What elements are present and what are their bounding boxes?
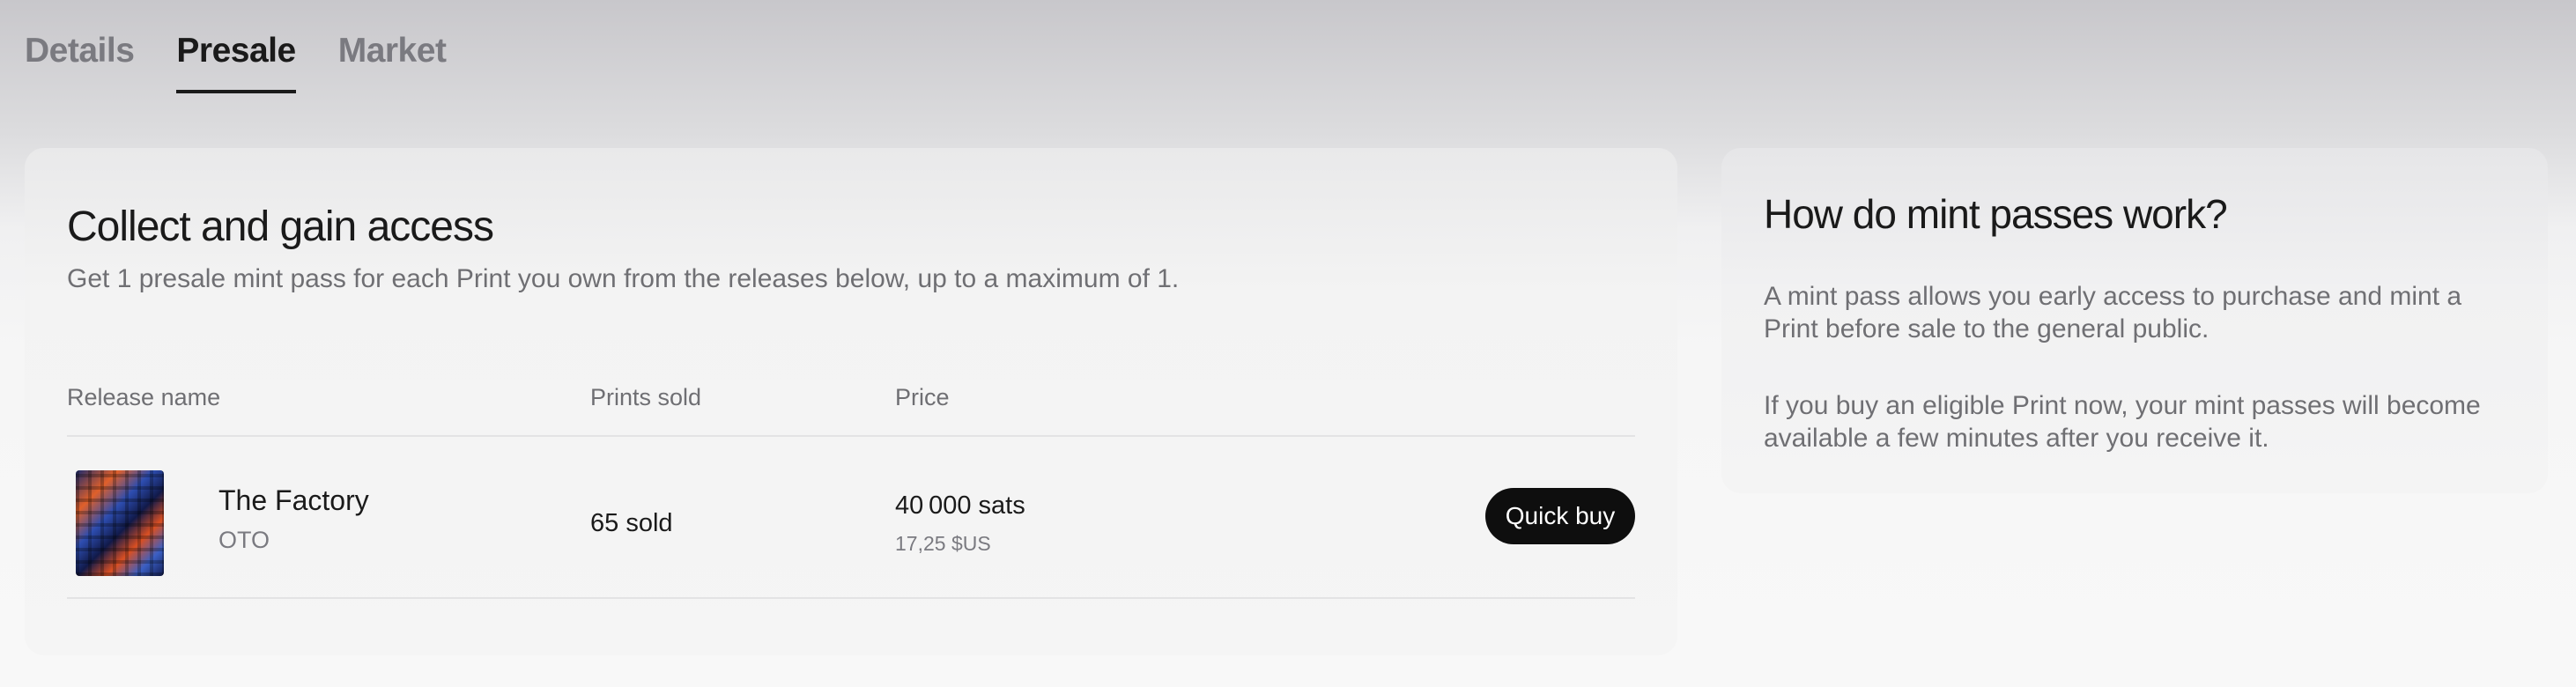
price-usd: 17,25 $US [895,532,991,555]
column-header-prints-sold: Prints sold [590,384,702,410]
tab-presale[interactable]: Presale [176,32,296,93]
info-card: How do mint passes work? A mint pass all… [1721,148,2548,493]
release-name[interactable]: The Factory [218,484,369,517]
info-title: How do mint passes work? [1764,191,2228,237]
table-divider [67,597,1635,599]
prints-sold: 65 sold [590,509,673,537]
presale-title: Collect and gain access [67,203,494,250]
price-sats: 40 000 sats [895,491,1025,520]
presale-subtitle: Get 1 presale mint pass for each Print y… [67,264,1180,293]
table-row: The Factory OTO 65 sold 40 000 sats 17,2… [67,439,1635,594]
tab-bar: Details Presale Market [25,32,447,93]
column-header-release-name: Release name [67,384,221,410]
quick-buy-button[interactable]: Quick buy [1485,488,1635,544]
table-divider [67,435,1635,437]
info-paragraph: If you buy an eligible Print now, your m… [1764,391,2481,453]
info-paragraph: A mint pass allows you early access to p… [1764,282,2462,344]
presale-card: Collect and gain access Get 1 presale mi… [25,148,1677,655]
release-artist[interactable]: OTO [218,527,270,554]
column-header-price: Price [895,384,950,410]
release-thumbnail[interactable] [76,470,164,576]
tab-market[interactable]: Market [338,32,447,93]
tab-details[interactable]: Details [25,32,135,93]
